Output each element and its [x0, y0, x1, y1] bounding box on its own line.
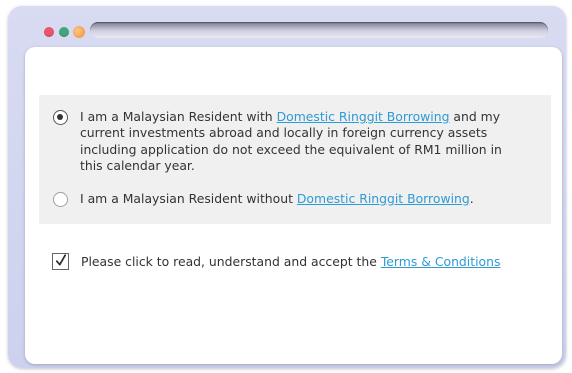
- close-window-icon[interactable]: [44, 27, 54, 37]
- radio-with-borrowing[interactable]: [53, 110, 68, 125]
- terms-acceptance[interactable]: Please click to read, understand and acc…: [52, 253, 542, 270]
- terms-checkbox[interactable]: [52, 253, 69, 270]
- residency-options-panel: I am a Malaysian Resident with Domestic …: [39, 95, 551, 224]
- terms-text: Please click to read, understand and acc…: [81, 253, 542, 270]
- checkmark-icon: [56, 254, 66, 266]
- terms-prefix: Please click to read, understand and acc…: [81, 254, 381, 269]
- option-with-borrowing-prefix: I am a Malaysian Resident with: [80, 109, 277, 124]
- address-bar[interactable]: [90, 22, 548, 38]
- content-panel: I am a Malaysian Resident with Domestic …: [25, 47, 562, 364]
- option-without-borrowing-suffix: .: [469, 191, 474, 206]
- radio-without-borrowing[interactable]: [53, 192, 68, 207]
- radio-selected-dot: [57, 114, 63, 120]
- minimize-window-icon[interactable]: [59, 27, 69, 37]
- option-with-borrowing[interactable]: I am a Malaysian Resident with Domestic …: [53, 109, 523, 175]
- terms-conditions-link[interactable]: Terms & Conditions: [381, 254, 501, 269]
- option-with-borrowing-text: I am a Malaysian Resident with Domestic …: [80, 109, 523, 175]
- option-without-borrowing[interactable]: I am a Malaysian Resident without Domest…: [53, 191, 523, 207]
- domestic-ringgit-borrowing-link-2[interactable]: Domestic Ringgit Borrowing: [297, 191, 470, 206]
- domestic-ringgit-borrowing-link[interactable]: Domestic Ringgit Borrowing: [277, 109, 450, 124]
- option-without-borrowing-prefix: I am a Malaysian Resident without: [80, 191, 297, 206]
- maximize-window-icon[interactable]: [73, 26, 85, 38]
- browser-window-frame: I am a Malaysian Resident with Domestic …: [8, 6, 566, 368]
- option-without-borrowing-text: I am a Malaysian Resident without Domest…: [80, 191, 523, 207]
- title-bar: [8, 6, 566, 46]
